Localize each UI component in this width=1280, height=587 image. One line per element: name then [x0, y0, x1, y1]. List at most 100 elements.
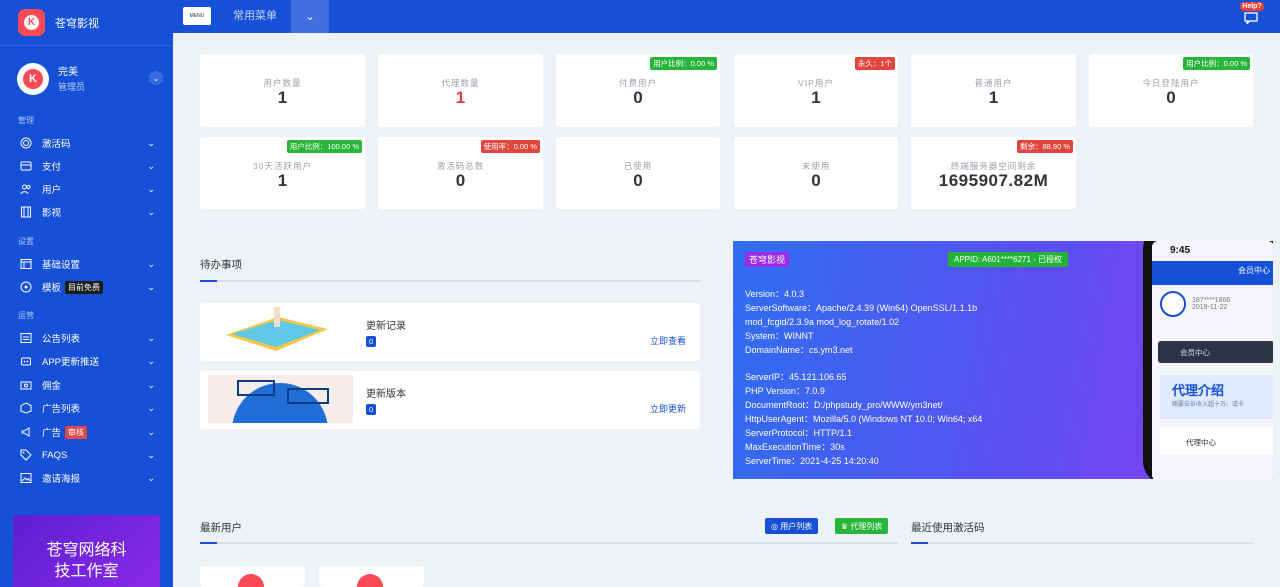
chevron-down-icon: ⌄: [147, 183, 155, 194]
box-icon: [20, 402, 32, 414]
todo-item-update-log[interactable]: 更新记录 0 立即查看: [200, 303, 700, 361]
update-version-illustration: [208, 375, 353, 423]
info-server-time: ServerTime：2021-4-25 14:20:40: [745, 456, 879, 466]
chevron-down-icon: ⌄: [147, 332, 155, 343]
system-info-lines: Version：4.0.3 ServerSoftware：Apache/2.4.…: [745, 287, 982, 468]
phone-screen: 9:45 会员中心 187****1866 2019-11-22 会员中心 代理介…: [1152, 241, 1273, 479]
todo-item-update-version[interactable]: 更新版本 0 立即更新: [200, 371, 700, 429]
stat-card-today-logins[interactable]: 用户比例：0.00 % 今日登陆用户 0: [1089, 54, 1253, 127]
info-server-protocol: ServerProtocol：HTTP/1.1: [745, 428, 853, 438]
sidebar-item-faqs[interactable]: FAQS ⌄: [0, 444, 173, 466]
stat-card-used[interactable]: 已使用 0: [556, 137, 720, 209]
section-operations: 运营: [18, 311, 34, 320]
sidebar-item-users[interactable]: 用户 ⌄: [0, 178, 173, 200]
sidebar-item-label: 模板: [42, 283, 62, 294]
view-now-link[interactable]: 立即查看: [650, 334, 686, 347]
free-badge: 目前免费: [65, 280, 104, 294]
user-card[interactable]: [200, 566, 305, 587]
chevron-down-icon: ⌄: [147, 355, 155, 366]
sidebar-item-label: 用户: [42, 185, 62, 196]
user-list-button[interactable]: ◎ 用户列表: [765, 518, 819, 534]
crown-icon: ♛: [841, 522, 851, 531]
sidebar-item-commission[interactable]: 佣金 ⌄: [0, 374, 173, 396]
sidebar-item-payment[interactable]: 支付 ⌄: [0, 155, 173, 177]
stat-card-30day-active[interactable]: 用户比例：100.00 % 30天活跃用户 1: [200, 137, 365, 209]
phone-user-id: 187****1866 2019-11-22: [1192, 297, 1231, 311]
robot-icon: [20, 355, 32, 367]
stat-card-normal-users[interactable]: 普通用户 1: [911, 54, 1076, 127]
agent-list-button[interactable]: ♛ 代理列表: [835, 518, 889, 534]
menu-icon[interactable]: MENU: [183, 7, 211, 25]
chat-icon: [1244, 12, 1258, 25]
user-card[interactable]: [319, 566, 424, 587]
brand[interactable]: K 苍穹影视: [0, 0, 173, 46]
sidebar-item-videos[interactable]: 影视 ⌄: [0, 201, 173, 223]
ratio-badge: 用户比例：0.00 %: [650, 57, 717, 70]
stat-value: 1: [811, 88, 821, 107]
todo-item-title: 更新记录: [366, 321, 406, 332]
phone-member-bar: 会员中心: [1158, 341, 1273, 363]
section-manage: 管理: [18, 116, 34, 125]
avatar: [357, 574, 383, 587]
stat-value: 0: [455, 171, 466, 190]
sidebar-item-templates[interactable]: 模板 目前免费 ⌄: [0, 276, 173, 298]
stat-value: 0: [1166, 88, 1176, 107]
stat-card-server-space[interactable]: 剩余：88.90 % 终端服务器空间剩余 1695907.82M: [911, 137, 1076, 209]
user-name: 完美: [58, 66, 78, 78]
info-version: Version：4.0.3: [745, 289, 805, 299]
help-button[interactable]: Help?: [1240, 2, 1264, 28]
sidebar-item-label: 广告列表: [42, 404, 81, 415]
sidebar-item-basic-settings[interactable]: 基础设置 ⌄: [0, 253, 173, 275]
stat-value: 0: [633, 88, 643, 107]
sidebar-item-ads[interactable]: 广告 审核 ⌄: [0, 421, 173, 443]
section-settings: 设置: [18, 237, 34, 246]
count-badge: 0: [366, 404, 377, 415]
menu-dropdown-chevron-icon[interactable]: ⌄: [291, 0, 329, 33]
top-bar: MENU 常用菜单 ⌄ Help?: [173, 0, 1280, 33]
remaining-badge: 剩余：88.90 %: [1016, 140, 1073, 153]
stat-card-agent-count[interactable]: 代理数量 1: [378, 54, 543, 127]
sidebar-item-ad-list[interactable]: 广告列表 ⌄: [0, 397, 173, 419]
chevron-down-icon: ⌄: [147, 379, 155, 390]
sidebar-item-activation-code[interactable]: 激活码 ⌄: [0, 132, 173, 154]
users-icon: [20, 183, 32, 195]
avatar: K: [17, 63, 49, 95]
sidebar-item-notices[interactable]: 公告列表 ⌄: [0, 327, 173, 349]
stat-card-vip-users[interactable]: 永久：1个 VIP用户 1: [734, 54, 898, 127]
chevron-down-icon: ⌄: [147, 206, 155, 217]
count-badge: 0: [366, 336, 377, 347]
phone-agent-banner: 代理介绍 随要告诉收入超十万、或卡: [1160, 375, 1273, 419]
megaphone-icon: [20, 426, 32, 438]
user-list-label: 用户列表: [780, 522, 813, 531]
system-info-panel: 苍穹影视 APPID: A601****6271 - 已授权 Version：4…: [733, 241, 1273, 479]
studio-promo-banner[interactable]: 苍穹网络科 技工作室: [13, 515, 160, 587]
sidebar-item-invite-poster[interactable]: 邀请海报 ⌄: [0, 467, 173, 489]
chevron-down-icon: ⌄: [147, 137, 155, 148]
user-circle-icon: ◎: [771, 522, 781, 531]
image-icon: [20, 472, 32, 484]
menu-icon-text: MENU: [189, 13, 205, 19]
sidebar-item-app-update-push[interactable]: APP更新推送 ⌄: [0, 350, 173, 372]
info-server-ip: ServerIP：45.121.106.65: [745, 372, 847, 382]
stat-value: 1: [277, 88, 288, 107]
help-label: Help?: [1240, 2, 1264, 11]
stat-card-user-count[interactable]: 用户数量 1: [200, 54, 365, 127]
recent-codes-divider: [911, 542, 1253, 544]
phone-mockup: 9:45 会员中心 187****1866 2019-11-22 会员中心 代理介…: [1143, 241, 1273, 479]
phone-avatar: [1160, 291, 1186, 317]
chevron-down-icon: ⌄: [147, 258, 155, 269]
stat-value: 1: [455, 88, 466, 107]
stat-card-unused[interactable]: 未使用 0: [734, 137, 898, 209]
stat-card-paid-users[interactable]: 用户比例：0.00 % 付费用户 0: [556, 54, 720, 127]
chevron-down-icon: ⌄: [147, 160, 155, 171]
review-badge: 审核: [65, 425, 88, 439]
update-now-link[interactable]: 立即更新: [650, 402, 686, 415]
sidebar-item-label: 邀请海报: [42, 474, 81, 485]
info-user-agent: HttpUserAgent：Mozilla/5.0 (Windows NT 10…: [745, 414, 983, 424]
fingerprint-icon: [20, 137, 32, 149]
user-dropdown-chevron-icon[interactable]: ⌄: [149, 71, 163, 85]
common-menu-tab[interactable]: 常用菜单: [219, 0, 291, 33]
user-panel[interactable]: K 完美 管理员 ⌄: [0, 54, 173, 104]
tag-icon: [20, 449, 32, 461]
stat-card-activation-total[interactable]: 使用率：0.00 % 激活码总数 0: [378, 137, 543, 209]
